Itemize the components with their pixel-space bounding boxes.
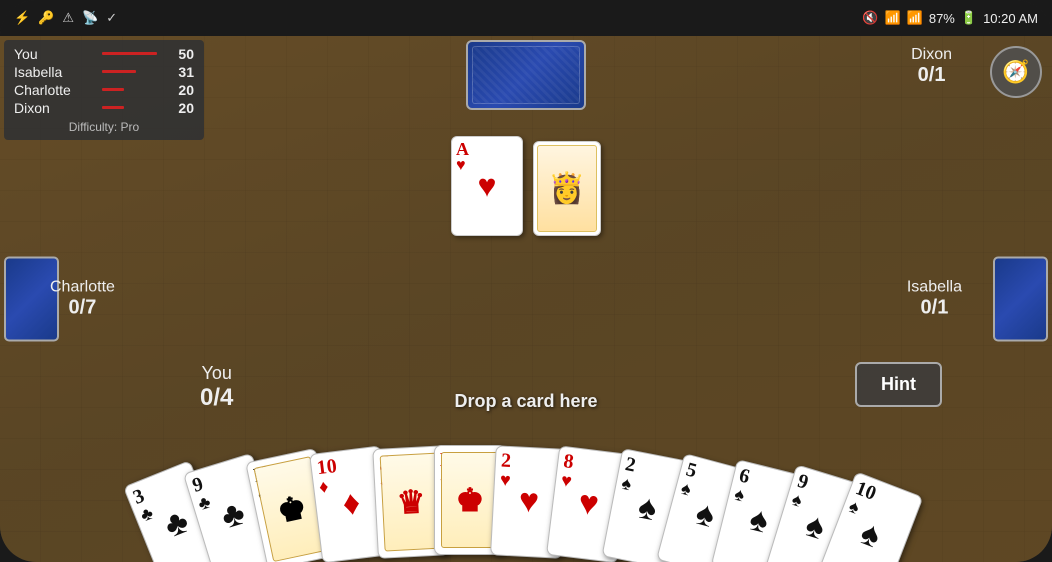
charlotte-player-area: Charlotte 0/7 [50,279,115,320]
hand-area: 3 ♣ ♣ 9 ♣ ♣ K ♣ ♚ 10 ♦ ♦ [0,417,1052,562]
hand-suit-1: ♣ [196,493,213,514]
alert-icon: ⚠ [62,10,74,26]
score-bar-you-wrap [102,52,170,56]
score-name-dixon: Dixon [14,100,94,116]
hand-suit-7: ♥ [560,471,573,490]
battery-icon: 🔋 [961,10,977,26]
queen-face: 👸 [537,145,597,232]
hand-center-1: ♣ [217,494,249,537]
status-left-icons: ⚡ 🔑 ⚠ 📡 ✓ [14,10,117,26]
hand-rank-7: 8 [562,451,574,472]
isabella-name: Isabella [907,279,962,297]
hand-center-7: ♥ [576,484,601,524]
score-bar-dixon-wrap [102,106,170,110]
phone-frame: ⚡ 🔑 ⚠ 📡 ✓ 🔇 📶 📶 87% 🔋 10:20 AM You 50 [0,0,1052,562]
score-bar-you [102,52,157,55]
compass-icon: 🧭 [1002,59,1029,85]
ace-suit: ♥ [456,158,466,174]
status-right-icons: 🔇 📶 📶 87% 🔋 10:20 AM [862,10,1038,26]
score-name-you: You [14,46,94,62]
score-row-isabella: Isabella 31 [14,64,194,80]
hand-suit-10: ♠ [733,485,747,505]
score-value-dixon: 20 [178,100,194,116]
score-value-isabella: 31 [178,64,194,80]
ace-center-suit: ♥ [478,168,497,205]
score-panel: You 50 Isabella 31 Charlotte 20 [4,40,204,140]
right-deck-card[interactable] [993,257,1048,342]
score-name-charlotte: Charlotte [14,82,94,98]
played-card-ace[interactable]: A ♥ ♥ [451,136,523,236]
hand-center-8: ♠ [635,489,660,530]
mute-icon: 🔇 [862,10,878,26]
hand-center-6: ♥ [518,483,540,522]
played-card-queen[interactable]: Q ♥ 👸 [533,141,601,236]
status-bar: ⚡ 🔑 ⚠ 📡 ✓ 🔇 📶 📶 87% 🔋 10:20 AM [0,0,1052,36]
ace-rank: A [456,140,469,158]
hand-suit-0: ♣ [138,504,156,525]
charlotte-score: 0/7 [50,297,115,320]
hand-suit-12: ♠ [847,497,862,517]
score-value-you: 50 [178,46,194,62]
hand-suit-3: ♦ [318,477,329,496]
score-bar-charlotte [102,88,124,91]
score-bar-dixon [102,106,124,109]
score-row-dixon: Dixon 20 [14,100,194,116]
dixon-score: 0/1 [911,64,952,87]
isabella-score: 0/1 [907,297,962,320]
right-side-deck [993,257,1048,342]
you-score: 0/4 [200,384,233,412]
score-bar-isabella-wrap [102,70,170,74]
compass-button[interactable]: 🧭 [990,46,1042,98]
hand-center-0: ♣ [159,503,194,547]
you-name: You [200,363,233,384]
score-bar-charlotte-wrap [102,88,170,92]
hint-button[interactable]: Hint [855,362,942,407]
hand-suit-8: ♠ [620,474,633,493]
signal-icon: 📶 [907,10,923,26]
battery-value: 87% [929,11,955,26]
hand-center-11: ♠ [801,507,829,549]
play-area: A ♥ ♥ Q ♥ 👸 [451,136,601,236]
hand-center-12: ♠ [855,515,885,557]
dixon-player-area: Dixon 0/1 [911,46,952,87]
hand-rank-6: 2 [500,451,511,471]
key-icon: 🔑 [38,10,54,26]
hand-rank-3: 10 [316,456,338,478]
score-name-isabella: Isabella [14,64,94,80]
check-icon: ✓ [106,10,117,26]
hand-suit-9: ♠ [679,479,693,499]
hand-suit-11: ♠ [790,490,804,510]
drop-zone[interactable]: Drop a card here [454,391,597,412]
wifi-icon: 📶 [884,10,900,26]
score-bar-isabella [102,70,136,73]
difficulty-label: Difficulty: Pro [14,120,194,134]
you-player-area: You 0/4 [200,363,233,412]
game-area: You 50 Isabella 31 Charlotte 20 [0,36,1052,562]
usb-icon: ⚡ [14,10,30,26]
dixon-name: Dixon [911,46,952,64]
hand-center-3: ♦ [341,484,363,524]
wifi-off-icon: 📡 [82,10,98,26]
deck-card-top[interactable] [466,40,586,110]
hand-suit-6: ♥ [500,471,512,490]
hand-center-9: ♠ [691,495,718,536]
hand-center-10: ♠ [746,500,773,541]
top-deck [466,40,586,110]
isabella-player-area: Isabella 0/1 [907,279,962,320]
charlotte-name: Charlotte [50,279,115,297]
score-row-you: You 50 [14,46,194,62]
clock: 10:20 AM [983,11,1038,26]
score-row-charlotte: Charlotte 20 [14,82,194,98]
score-value-charlotte: 20 [178,82,194,98]
